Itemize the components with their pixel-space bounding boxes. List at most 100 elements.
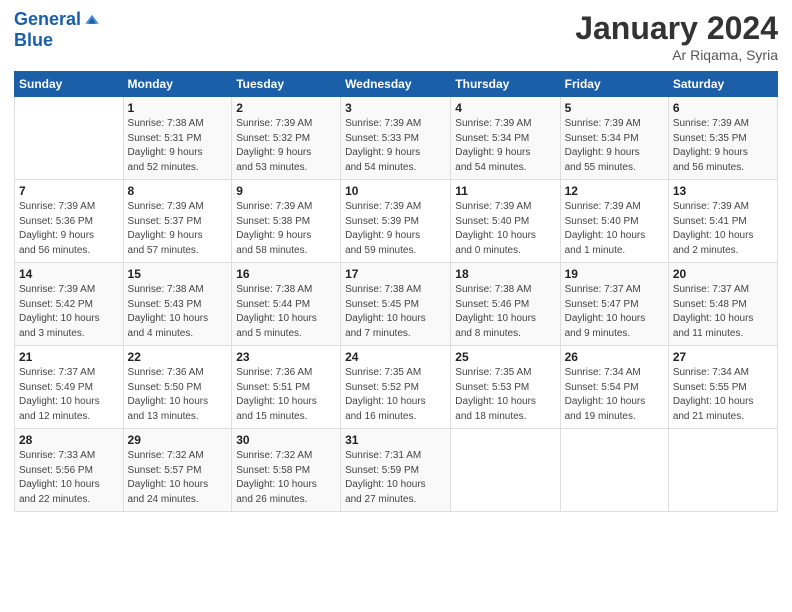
day-number: 31 [345,433,446,447]
day-info: Sunrise: 7:39 AM Sunset: 5:34 PM Dayligh… [455,117,555,175]
calendar-cell: 26 Sunrise: 7:34 AM Sunset: 5:54 PM Dayli… [560,346,668,429]
day-info: Sunrise: 7:32 AM Sunset: 5:57 PM Dayligh… [128,449,228,507]
day-info: Sunrise: 7:37 AM Sunset: 5:49 PM Dayligh… [19,366,119,424]
page-container: General Blue January 2024 Ar Riqama, Syr… [0,0,792,522]
day-info: Sunrise: 7:39 AM Sunset: 5:40 PM Dayligh… [565,200,664,258]
day-info: Sunrise: 7:32 AM Sunset: 5:58 PM Dayligh… [236,449,336,507]
day-info: Sunrise: 7:38 AM Sunset: 5:31 PM Dayligh… [128,117,228,175]
day-info: Sunrise: 7:36 AM Sunset: 5:50 PM Dayligh… [128,366,228,424]
day-number: 3 [345,101,446,115]
calendar-header-cell: Wednesday [341,72,451,97]
calendar-cell: 15Sunrise: 7:38 AM Sunset: 5:43 PM Dayli… [123,263,232,346]
location: Ar Riqama, Syria [575,47,778,63]
calendar-cell: 31 Sunrise: 7:31 AM Sunset: 5:59 PM Dayli… [341,429,451,512]
calendar-cell: 9Sunrise: 7:39 AM Sunset: 5:38 PM Daylig… [232,180,341,263]
calendar-cell: 10Sunrise: 7:39 AM Sunset: 5:39 PM Dayli… [341,180,451,263]
calendar-week-row: 7 Sunrise: 7:39 AM Sunset: 5:36 PM Daylig… [15,180,778,263]
calendar-week-row: 28Sunrise: 7:33 AM Sunset: 5:56 PM Dayli… [15,429,778,512]
day-info: Sunrise: 7:39 AM Sunset: 5:33 PM Dayligh… [345,117,446,175]
day-number: 17 [345,267,446,281]
day-info: Sunrise: 7:39 AM Sunset: 5:36 PM Dayligh… [19,200,119,258]
day-number: 23 [236,350,336,364]
day-number: 13 [673,184,773,198]
day-info: Sunrise: 7:35 AM Sunset: 5:52 PM Dayligh… [345,366,446,424]
calendar-header-cell: Monday [123,72,232,97]
calendar-table: SundayMondayTuesdayWednesdayThursdayFrid… [14,71,778,512]
logo: General Blue [14,10,101,51]
calendar-cell: 22 Sunrise: 7:36 AM Sunset: 5:50 PM Dayli… [123,346,232,429]
logo-icon [83,11,101,29]
day-info: Sunrise: 7:37 AM Sunset: 5:47 PM Dayligh… [565,283,664,341]
day-info: Sunrise: 7:36 AM Sunset: 5:51 PM Dayligh… [236,366,336,424]
day-number: 11 [455,184,555,198]
day-number: 20 [673,267,773,281]
day-info: Sunrise: 7:39 AM Sunset: 5:38 PM Dayligh… [236,200,336,258]
day-number: 7 [19,184,119,198]
day-info: Sunrise: 7:38 AM Sunset: 5:46 PM Dayligh… [455,283,555,341]
calendar-header-cell: Saturday [668,72,777,97]
calendar-cell: 18 Sunrise: 7:38 AM Sunset: 5:46 PM Dayli… [451,263,560,346]
calendar-cell: 12 Sunrise: 7:39 AM Sunset: 5:40 PM Dayli… [560,180,668,263]
day-number: 4 [455,101,555,115]
day-number: 24 [345,350,446,364]
day-number: 5 [565,101,664,115]
calendar-week-row: 21 Sunrise: 7:37 AM Sunset: 5:49 PM Dayli… [15,346,778,429]
calendar-cell: 23 Sunrise: 7:36 AM Sunset: 5:51 PM Dayli… [232,346,341,429]
day-number: 27 [673,350,773,364]
day-number: 30 [236,433,336,447]
day-number: 18 [455,267,555,281]
day-number: 12 [565,184,664,198]
calendar-cell: 14Sunrise: 7:39 AM Sunset: 5:42 PM Dayli… [15,263,124,346]
day-number: 15 [128,267,228,281]
calendar-cell: 6 Sunrise: 7:39 AM Sunset: 5:35 PM Daylig… [668,97,777,180]
calendar-cell: 20Sunrise: 7:37 AM Sunset: 5:48 PM Dayli… [668,263,777,346]
calendar-header-row: SundayMondayTuesdayWednesdayThursdayFrid… [15,72,778,97]
day-info: Sunrise: 7:39 AM Sunset: 5:32 PM Dayligh… [236,117,336,175]
day-info: Sunrise: 7:39 AM Sunset: 5:40 PM Dayligh… [455,200,555,258]
calendar-header-cell: Friday [560,72,668,97]
calendar-cell: 11 Sunrise: 7:39 AM Sunset: 5:40 PM Dayli… [451,180,560,263]
day-info: Sunrise: 7:39 AM Sunset: 5:34 PM Dayligh… [565,117,664,175]
calendar-cell [451,429,560,512]
calendar-body: 1 Sunrise: 7:38 AM Sunset: 5:31 PM Daylig… [15,97,778,512]
day-number: 19 [565,267,664,281]
calendar-header-cell: Sunday [15,72,124,97]
day-number: 21 [19,350,119,364]
calendar-cell: 2 Sunrise: 7:39 AM Sunset: 5:32 PM Daylig… [232,97,341,180]
day-info: Sunrise: 7:35 AM Sunset: 5:53 PM Dayligh… [455,366,555,424]
day-info: Sunrise: 7:31 AM Sunset: 5:59 PM Dayligh… [345,449,446,507]
calendar-cell: 28Sunrise: 7:33 AM Sunset: 5:56 PM Dayli… [15,429,124,512]
day-info: Sunrise: 7:39 AM Sunset: 5:35 PM Dayligh… [673,117,773,175]
calendar-cell: 1 Sunrise: 7:38 AM Sunset: 5:31 PM Daylig… [123,97,232,180]
day-number: 22 [128,350,228,364]
calendar-cell [560,429,668,512]
page-header: General Blue January 2024 Ar Riqama, Syr… [14,10,778,63]
calendar-cell: 29Sunrise: 7:32 AM Sunset: 5:57 PM Dayli… [123,429,232,512]
calendar-cell: 30 Sunrise: 7:32 AM Sunset: 5:58 PM Dayli… [232,429,341,512]
calendar-cell: 27 Sunrise: 7:34 AM Sunset: 5:55 PM Dayli… [668,346,777,429]
day-number: 6 [673,101,773,115]
calendar-cell: 17 Sunrise: 7:38 AM Sunset: 5:45 PM Dayli… [341,263,451,346]
day-info: Sunrise: 7:38 AM Sunset: 5:44 PM Dayligh… [236,283,336,341]
day-info: Sunrise: 7:34 AM Sunset: 5:55 PM Dayligh… [673,366,773,424]
calendar-cell [668,429,777,512]
calendar-cell [15,97,124,180]
logo-blue: Blue [14,30,101,51]
calendar-cell: 8Sunrise: 7:39 AM Sunset: 5:37 PM Daylig… [123,180,232,263]
day-number: 26 [565,350,664,364]
calendar-week-row: 1 Sunrise: 7:38 AM Sunset: 5:31 PM Daylig… [15,97,778,180]
month-title: January 2024 [575,10,778,47]
day-number: 2 [236,101,336,115]
day-number: 28 [19,433,119,447]
calendar-cell: 16Sunrise: 7:38 AM Sunset: 5:44 PM Dayli… [232,263,341,346]
calendar-header-cell: Thursday [451,72,560,97]
day-info: Sunrise: 7:39 AM Sunset: 5:42 PM Dayligh… [19,283,119,341]
calendar-cell: 3 Sunrise: 7:39 AM Sunset: 5:33 PM Daylig… [341,97,451,180]
day-info: Sunrise: 7:39 AM Sunset: 5:39 PM Dayligh… [345,200,446,258]
day-info: Sunrise: 7:34 AM Sunset: 5:54 PM Dayligh… [565,366,664,424]
day-number: 1 [128,101,228,115]
day-info: Sunrise: 7:38 AM Sunset: 5:45 PM Dayligh… [345,283,446,341]
calendar-cell: 24 Sunrise: 7:35 AM Sunset: 5:52 PM Dayli… [341,346,451,429]
day-number: 25 [455,350,555,364]
day-number: 8 [128,184,228,198]
